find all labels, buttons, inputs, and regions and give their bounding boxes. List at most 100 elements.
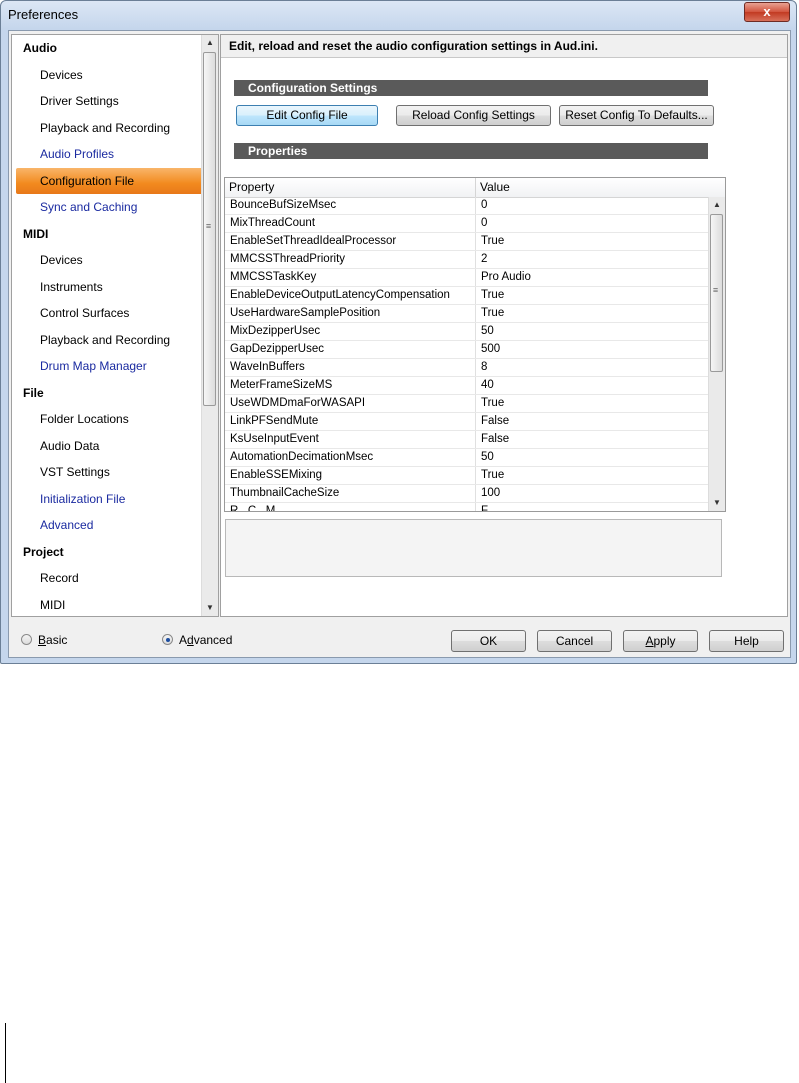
main-panel: Edit, reload and reset the audio configu… — [220, 34, 788, 617]
grid-scrollbar[interactable]: ▲ ≡ ▼ — [708, 197, 725, 511]
sidebar-item[interactable]: Instruments — [12, 274, 203, 301]
sidebar-item[interactable]: Playback and Recording — [12, 115, 203, 142]
title-bar[interactable]: Preferences x — [1, 1, 796, 29]
radio-icon[interactable] — [21, 634, 32, 645]
property-name-cell[interactable]: ThumbnailCacheSize — [225, 485, 475, 502]
column-header-property[interactable]: Property — [225, 178, 475, 197]
close-button[interactable]: x — [744, 2, 790, 22]
table-row[interactable]: UseWDMDmaForWASAPI True — [225, 395, 709, 413]
table-row[interactable]: MeterFrameSizeMS 40 — [225, 377, 709, 395]
table-row[interactable]: EnableSSEMixing True — [225, 467, 709, 485]
sidebar-category[interactable]: File — [12, 380, 203, 407]
property-name-cell[interactable]: R...C...M... — [225, 503, 475, 511]
property-name-cell[interactable]: EnableSSEMixing — [225, 467, 475, 484]
property-name-cell[interactable]: EnableDeviceOutputLatencyCompensation — [225, 287, 475, 304]
help-button[interactable]: Help — [709, 630, 784, 652]
table-row[interactable]: MixDezipperUsec 50 — [225, 323, 709, 341]
sidebar-item[interactable]: Sync and Caching — [12, 194, 203, 221]
table-row[interactable]: AutomationDecimationMsec 50 — [225, 449, 709, 467]
property-value-cell[interactable]: False — [475, 431, 709, 448]
property-value-cell[interactable]: False — [475, 413, 709, 430]
property-name-cell[interactable]: MixThreadCount — [225, 215, 475, 232]
table-row[interactable]: KsUseInputEvent False — [225, 431, 709, 449]
property-value-cell[interactable]: 500 — [475, 341, 709, 358]
scroll-down-icon[interactable]: ▼ — [709, 495, 725, 511]
property-name-cell[interactable]: KsUseInputEvent — [225, 431, 475, 448]
property-name-cell[interactable]: MixDezipperUsec — [225, 323, 475, 340]
property-value-cell[interactable]: Pro Audio — [475, 269, 709, 286]
property-value-cell[interactable]: 100 — [475, 485, 709, 502]
property-name-cell[interactable]: LinkPFSendMute — [225, 413, 475, 430]
sidebar-category[interactable]: MIDI — [12, 221, 203, 248]
sidebar-item[interactable]: Advanced — [12, 512, 203, 539]
property-value-cell[interactable]: 8 — [475, 359, 709, 376]
property-value-cell[interactable]: True — [475, 395, 709, 412]
property-name-cell[interactable]: EnableSetThreadIdealProcessor — [225, 233, 475, 250]
property-name-cell[interactable]: UseHardwareSamplePosition — [225, 305, 475, 322]
sidebar-item[interactable]: Initialization File — [12, 486, 203, 513]
table-row[interactable]: BounceBufSizeMsec 0 — [225, 197, 709, 215]
reload-config-settings-button[interactable]: Reload Config Settings — [396, 105, 551, 126]
property-value-cell[interactable]: True — [475, 287, 709, 304]
close-icon: x — [763, 4, 771, 19]
column-header-value[interactable]: Value — [475, 178, 725, 197]
table-row[interactable]: EnableDeviceOutputLatencyCompensation Tru… — [225, 287, 709, 305]
sidebar-item[interactable]: Audio Profiles — [12, 141, 203, 168]
table-row[interactable]: WaveInBuffers 8 — [225, 359, 709, 377]
table-row[interactable]: MixThreadCount 0 — [225, 215, 709, 233]
property-value-cell[interactable]: True — [475, 233, 709, 250]
table-row[interactable]: R...C...M... F... — [225, 503, 709, 511]
sidebar-item[interactable]: Driver Settings — [12, 88, 203, 115]
sidebar-item[interactable]: Folder Locations — [12, 406, 203, 433]
property-value-cell[interactable]: 50 — [475, 449, 709, 466]
property-value-cell[interactable]: F... — [475, 503, 709, 511]
property-name-cell[interactable]: MeterFrameSizeMS — [225, 377, 475, 394]
ok-button[interactable]: OK — [451, 630, 526, 652]
sidebar-item[interactable]: Playback and Recording — [12, 327, 203, 354]
scroll-up-icon[interactable]: ▲ — [709, 197, 725, 213]
sidebar-category[interactable]: Project — [12, 539, 203, 566]
sidebar-item[interactable]: Configuration File — [16, 167, 203, 194]
property-value-cell[interactable]: 50 — [475, 323, 709, 340]
property-name-cell[interactable]: WaveInBuffers — [225, 359, 475, 376]
table-row[interactable]: UseHardwareSamplePosition True — [225, 305, 709, 323]
sidebar-item[interactable]: Record — [12, 565, 203, 592]
sidebar-item[interactable]: Devices — [12, 247, 203, 274]
sidebar-item[interactable]: MIDI — [12, 592, 203, 617]
property-value-cell[interactable]: 2 — [475, 251, 709, 268]
table-row[interactable]: MMCSSThreadPriority 2 — [225, 251, 709, 269]
property-value-cell[interactable]: 0 — [475, 197, 709, 214]
apply-button[interactable]: Apply — [623, 630, 698, 652]
sidebar-category[interactable]: Audio — [12, 35, 203, 62]
sidebar-item[interactable]: VST Settings — [12, 459, 203, 486]
property-name-cell[interactable]: MMCSSTaskKey — [225, 269, 475, 286]
property-name-cell[interactable]: UseWDMDmaForWASAPI — [225, 395, 475, 412]
property-name-cell[interactable]: MMCSSThreadPriority — [225, 251, 475, 268]
sidebar-item[interactable]: Drum Map Manager — [12, 353, 203, 380]
table-row[interactable]: ThumbnailCacheSize 100 — [225, 485, 709, 503]
property-name-cell[interactable]: BounceBufSizeMsec — [225, 197, 475, 214]
property-name-cell[interactable]: AutomationDecimationMsec — [225, 449, 475, 466]
property-value-cell[interactable]: 40 — [475, 377, 709, 394]
scroll-down-icon[interactable]: ▼ — [202, 600, 218, 616]
cancel-button[interactable]: Cancel — [537, 630, 612, 652]
reset-config-defaults-button[interactable]: Reset Config To Defaults... — [559, 105, 714, 126]
property-name-cell[interactable]: GapDezipperUsec — [225, 341, 475, 358]
sidebar-item[interactable]: Devices — [12, 62, 203, 89]
table-row[interactable]: GapDezipperUsec 500 — [225, 341, 709, 359]
sidebar-item[interactable]: Audio Data — [12, 433, 203, 460]
section-header-configuration: Configuration Settings — [234, 80, 708, 96]
radio-selected-icon[interactable] — [162, 634, 173, 645]
table-row[interactable]: MMCSSTaskKey Pro Audio — [225, 269, 709, 287]
property-value-cell[interactable]: True — [475, 305, 709, 322]
sidebar-item[interactable]: Control Surfaces — [12, 300, 203, 327]
property-value-cell[interactable]: True — [475, 467, 709, 484]
section-header-properties: Properties — [234, 143, 708, 159]
edit-config-file-button[interactable]: Edit Config File — [236, 105, 378, 126]
table-row[interactable]: LinkPFSendMute False — [225, 413, 709, 431]
scroll-up-icon[interactable]: ▲ — [202, 35, 218, 51]
property-value-cell[interactable]: 0 — [475, 215, 709, 232]
table-row[interactable]: EnableSetThreadIdealProcessor True — [225, 233, 709, 251]
sidebar-scrollbar[interactable]: ▲ ≡ ▼ — [201, 35, 218, 616]
apply-accel: A — [645, 634, 654, 648]
